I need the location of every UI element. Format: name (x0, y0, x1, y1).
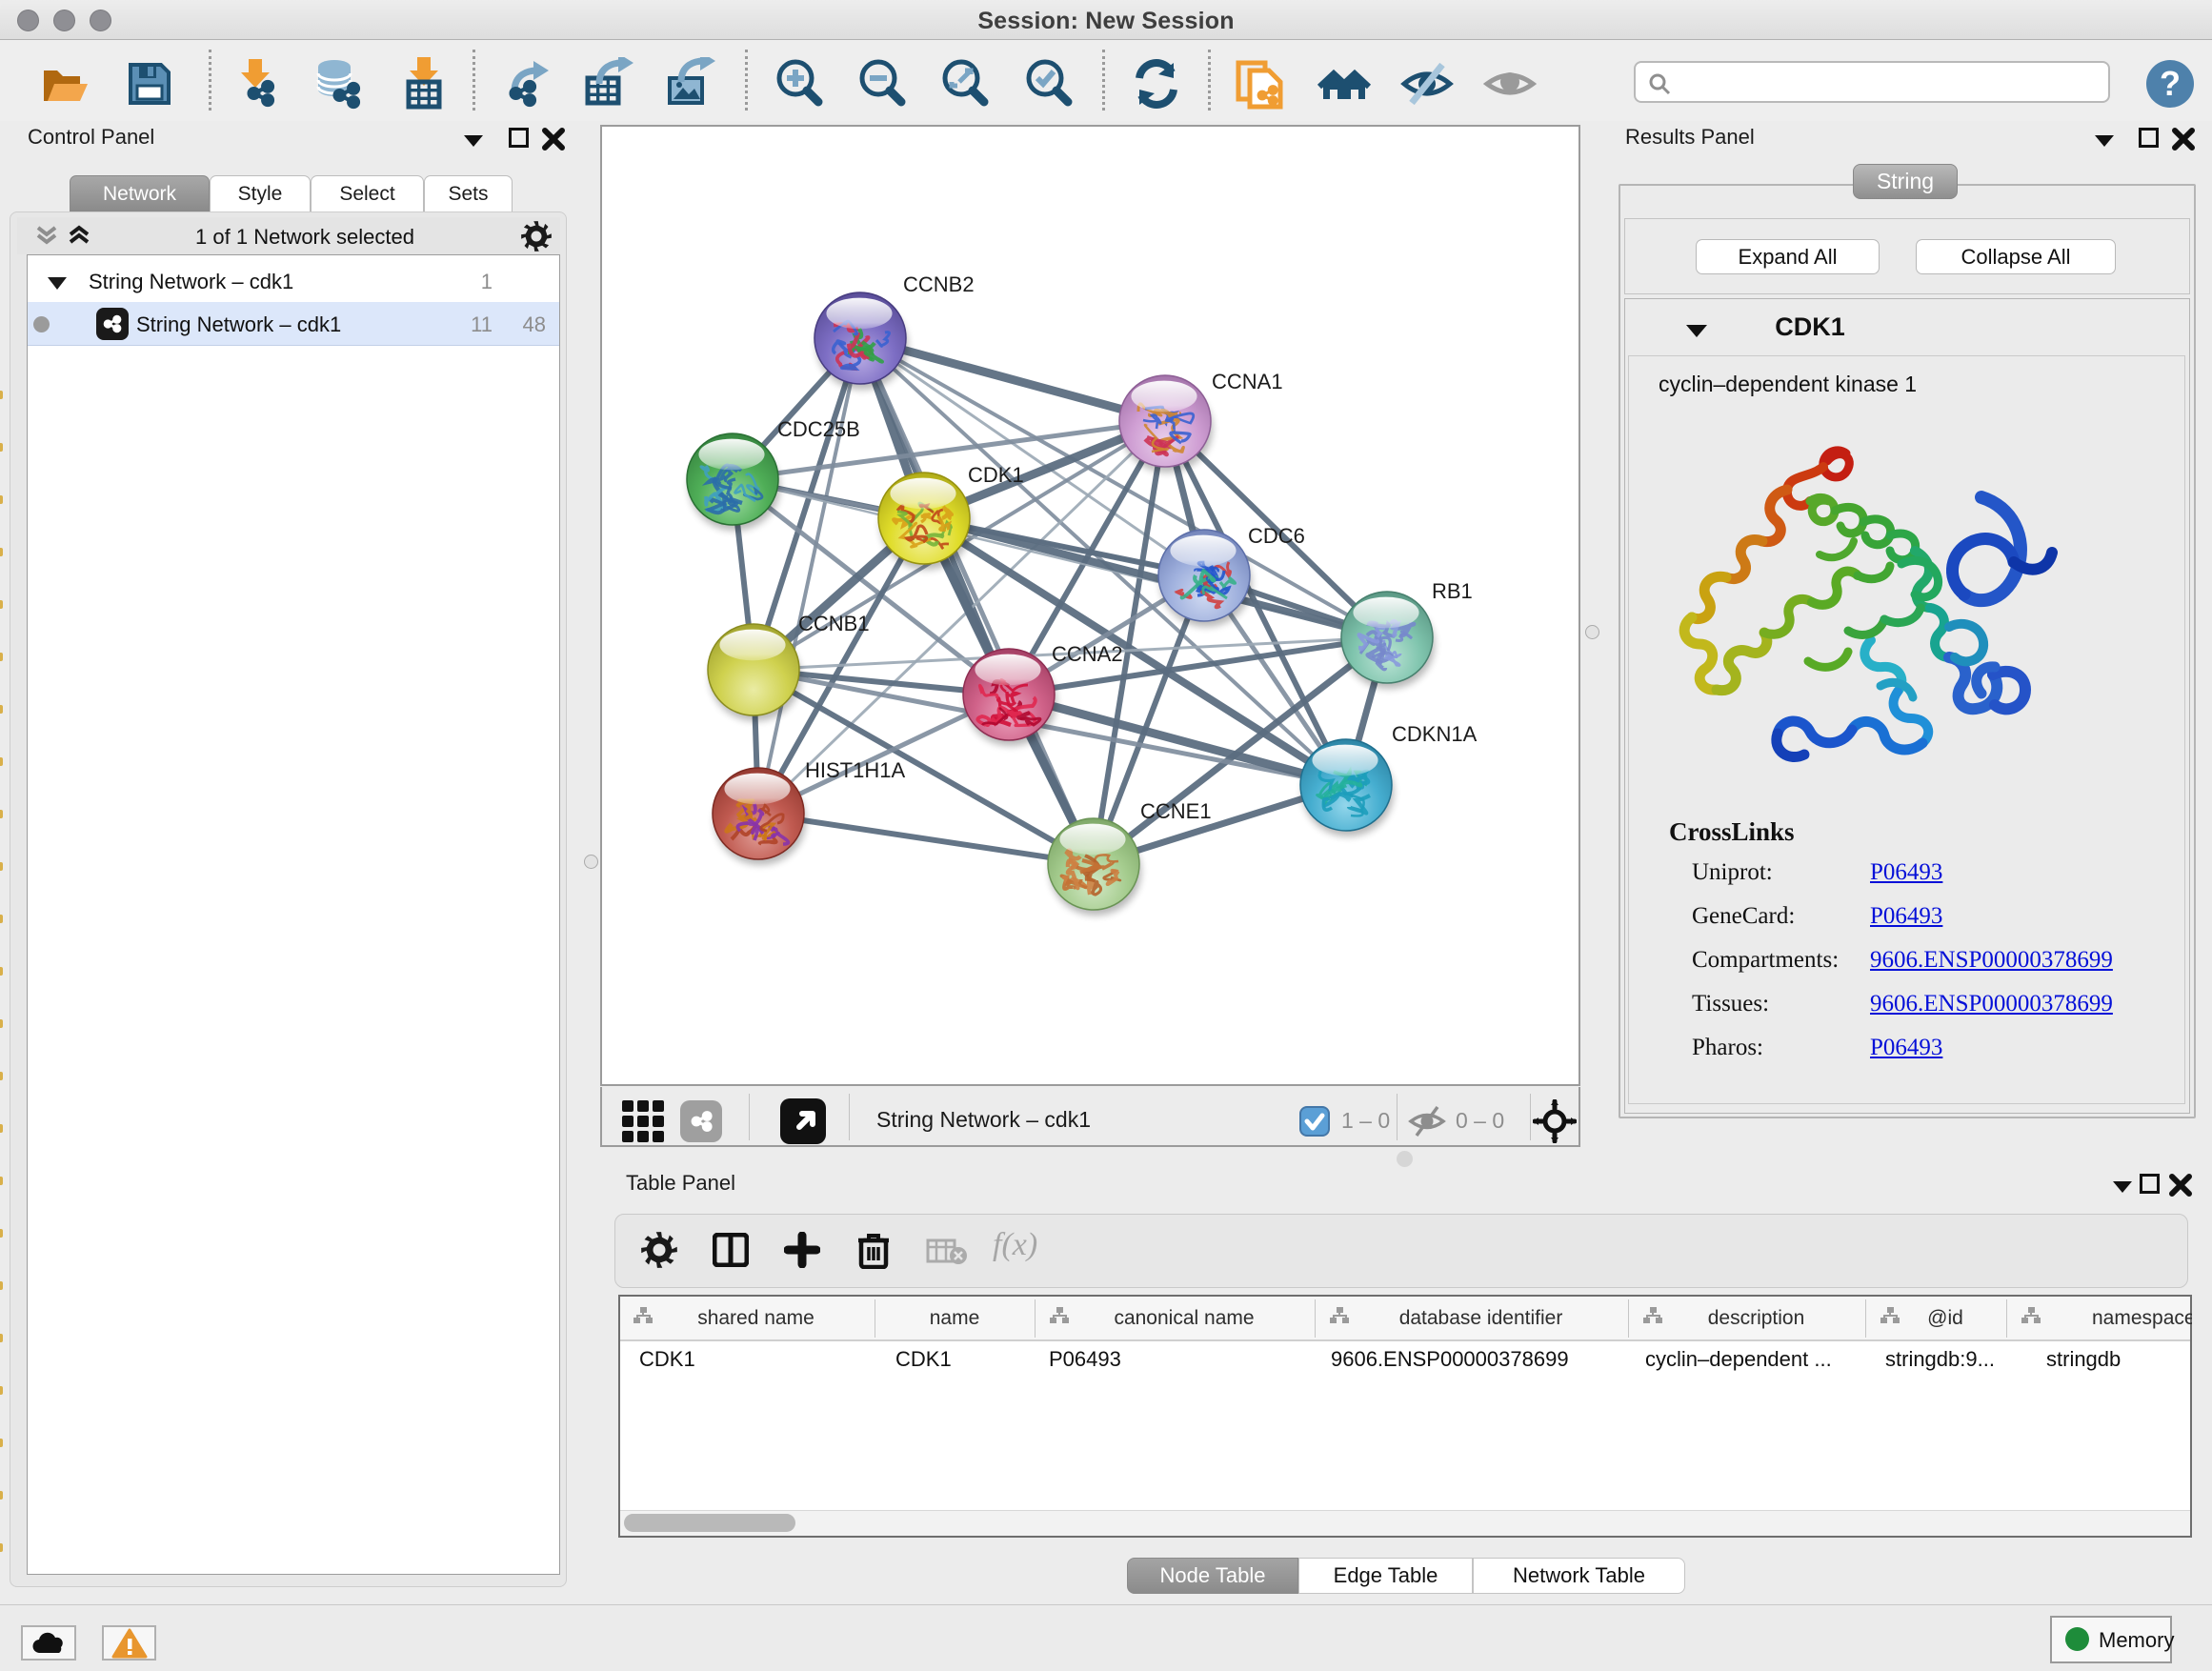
svg-text:CCNB1: CCNB1 (798, 612, 870, 635)
svg-text:CDK1: CDK1 (968, 463, 1024, 487)
svg-text:CCNA2: CCNA2 (1052, 642, 1123, 666)
svg-text:CCNE1: CCNE1 (1140, 799, 1212, 823)
svg-text:RB1: RB1 (1432, 579, 1473, 603)
svg-text:CDC6: CDC6 (1248, 524, 1305, 548)
svg-text:?: ? (2160, 64, 2181, 103)
svg-text:CDKN1A: CDKN1A (1392, 722, 1478, 746)
svg-text:HIST1H1A: HIST1H1A (805, 758, 905, 782)
svg-text:CCNB2: CCNB2 (903, 272, 975, 296)
svg-text:CCNA1: CCNA1 (1212, 370, 1283, 393)
svg-text:CDC25B: CDC25B (777, 417, 860, 441)
